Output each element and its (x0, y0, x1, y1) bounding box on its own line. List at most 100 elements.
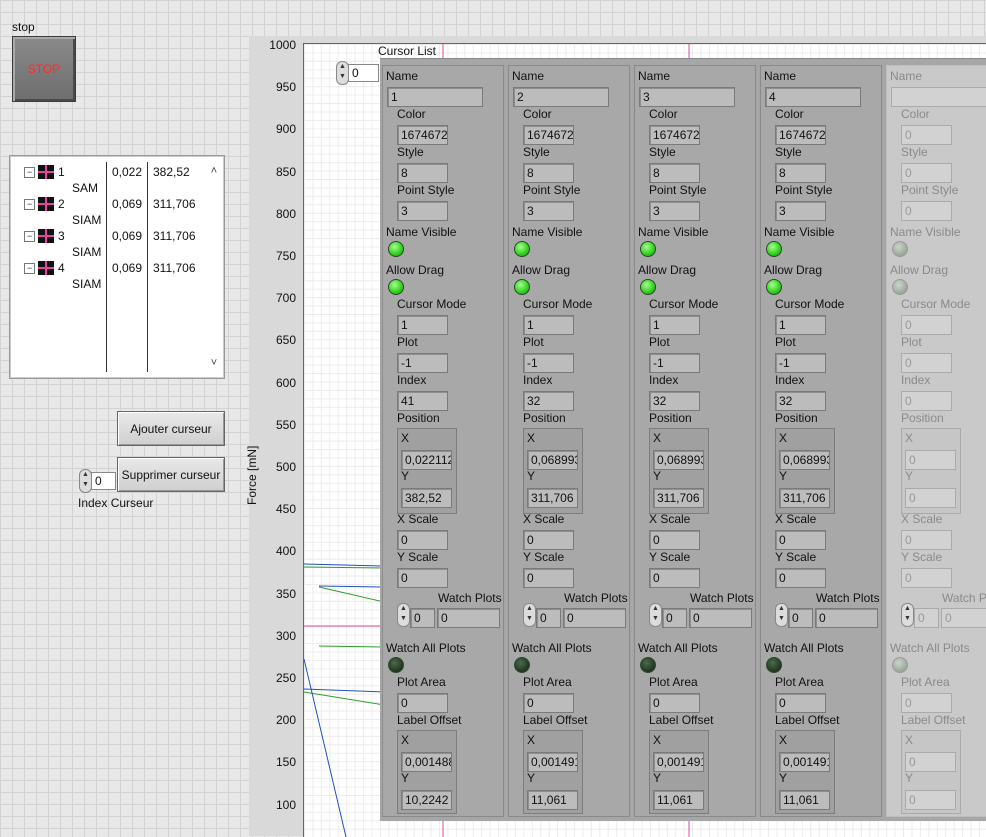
x-scale-field[interactable]: 0 (523, 530, 574, 550)
label-offset-x-field[interactable]: 0,001491 (653, 752, 704, 772)
position-x-field[interactable]: 0,068993 (653, 450, 704, 470)
stop-button[interactable]: STOP (12, 36, 76, 102)
allow-drag-led[interactable] (514, 279, 530, 295)
watch-all-plots-led[interactable] (388, 657, 404, 673)
allow-drag-led[interactable] (766, 279, 782, 295)
position-y-field[interactable]: 382,52 (401, 488, 452, 508)
plot-area-field[interactable]: 0 (523, 693, 574, 713)
cursor-point-style-field[interactable]: 3 (775, 201, 826, 221)
watch-plots-value-field[interactable]: 0 (941, 608, 986, 628)
plot-area-field[interactable]: 0 (901, 693, 952, 713)
cursor-color-field[interactable]: 1674672 (775, 125, 826, 145)
plot-area-field[interactable]: 0 (775, 693, 826, 713)
label-offset-x-field[interactable]: 0 (905, 752, 956, 772)
y-scale-field[interactable]: 0 (649, 568, 700, 588)
cursor-mode-field[interactable]: 1 (649, 315, 700, 335)
position-y-field[interactable]: 311,706 (779, 488, 830, 508)
cursor-name-field[interactable]: 2 (513, 87, 609, 107)
collapse-icon[interactable]: − (24, 230, 35, 242)
position-y-field[interactable]: 311,706 (527, 488, 578, 508)
watch-plots-index-field[interactable]: 0 (536, 608, 561, 628)
x-scale-field[interactable]: 0 (649, 530, 700, 550)
cursor-index-field[interactable]: 32 (523, 391, 574, 411)
name-visible-led[interactable] (766, 241, 782, 257)
watch-plots-index-field[interactable]: 0 (410, 608, 435, 628)
cursor-point-style-field[interactable]: 3 (397, 201, 448, 221)
label-offset-y-field[interactable]: 0 (905, 790, 956, 810)
position-x-field[interactable]: 0,068993 (779, 450, 830, 470)
name-visible-led[interactable] (892, 241, 908, 257)
cursor-index-field[interactable]: 32 (649, 391, 700, 411)
cursor-point-style-field[interactable]: 3 (649, 201, 700, 221)
watch-plots-value-field[interactable]: 0 (689, 608, 752, 628)
position-x-field[interactable]: 0 (905, 450, 956, 470)
watch-all-plots-led[interactable] (514, 657, 530, 673)
cursor-mode-field[interactable]: 0 (901, 315, 952, 335)
collapse-icon[interactable]: − (24, 166, 35, 178)
cursor-mode-field[interactable]: 1 (397, 315, 448, 335)
watch-plots-spinner[interactable]: ▲ ▼ (397, 603, 410, 627)
tree-row[interactable]: −2 (24, 196, 65, 212)
cursor-color-field[interactable]: 1674672 (397, 125, 448, 145)
position-x-field[interactable]: 0,022112 (401, 450, 452, 470)
cursor-color-field[interactable]: 1674672 (523, 125, 574, 145)
position-y-field[interactable]: 311,706 (653, 488, 704, 508)
watch-plots-index-field[interactable]: 0 (914, 608, 939, 628)
cursor-plot-field[interactable]: -1 (649, 353, 700, 373)
position-x-field[interactable]: 0,068993 (527, 450, 578, 470)
cursor-plot-field[interactable]: 0 (901, 353, 952, 373)
watch-plots-value-field[interactable]: 0 (563, 608, 626, 628)
cursor-style-field[interactable]: 0 (901, 163, 952, 183)
watch-all-plots-led[interactable] (892, 657, 908, 673)
cursor-index-field[interactable]: 0 (901, 391, 952, 411)
watch-plots-value-field[interactable]: 0 (815, 608, 878, 628)
label-offset-y-field[interactable]: 11,061 (653, 790, 704, 810)
x-scale-field[interactable]: 0 (901, 530, 952, 550)
name-visible-led[interactable] (640, 241, 656, 257)
tree-scrollbar[interactable]: ˄ ˅ (206, 160, 222, 374)
y-scale-field[interactable]: 0 (775, 568, 826, 588)
watch-all-plots-led[interactable] (766, 657, 782, 673)
label-offset-y-field[interactable]: 11,061 (527, 790, 578, 810)
watch-plots-spinner[interactable]: ▲ ▼ (775, 603, 788, 627)
cursor-style-field[interactable]: 8 (649, 163, 700, 183)
watch-plots-spinner[interactable]: ▲ ▼ (523, 603, 536, 627)
x-scale-field[interactable]: 0 (397, 530, 448, 550)
watch-plots-value-field[interactable]: 0 (437, 608, 500, 628)
scroll-up-icon[interactable]: ˄ (209, 166, 219, 177)
watch-all-plots-led[interactable] (640, 657, 656, 673)
index-cursor-field[interactable]: 0 (91, 472, 116, 490)
plot-area-field[interactable]: 0 (649, 693, 700, 713)
cursor-name-field[interactable]: 1 (387, 87, 483, 107)
x-scale-field[interactable]: 0 (775, 530, 826, 550)
allow-drag-led[interactable] (892, 279, 908, 295)
name-visible-led[interactable] (514, 241, 530, 257)
y-scale-field[interactable]: 0 (523, 568, 574, 588)
cursor-list-index-field[interactable]: 0 (348, 64, 379, 82)
add-cursor-button[interactable]: Ajouter curseur (117, 411, 225, 446)
cursor-mode-field[interactable]: 1 (775, 315, 826, 335)
cursor-style-field[interactable]: 8 (397, 163, 448, 183)
cursor-color-field[interactable]: 0 (901, 125, 952, 145)
name-visible-led[interactable] (388, 241, 404, 257)
watch-plots-spinner[interactable]: ▲ ▼ (649, 603, 662, 627)
cursor-name-field[interactable]: 4 (765, 87, 861, 107)
collapse-icon[interactable]: − (24, 262, 35, 274)
cursor-index-field[interactable]: 32 (775, 391, 826, 411)
plot-area-field[interactable]: 0 (397, 693, 448, 713)
collapse-icon[interactable]: − (24, 198, 35, 210)
y-scale-field[interactable]: 0 (397, 568, 448, 588)
allow-drag-led[interactable] (640, 279, 656, 295)
remove-cursor-button[interactable]: Supprimer curseur (117, 457, 225, 492)
cursor-name-field[interactable] (891, 87, 986, 107)
cursor-style-field[interactable]: 8 (775, 163, 826, 183)
cursor-mode-field[interactable]: 1 (523, 315, 574, 335)
label-offset-x-field[interactable]: 0,001491 (779, 752, 830, 772)
cursor-style-field[interactable]: 8 (523, 163, 574, 183)
cursor-index-field[interactable]: 41 (397, 391, 448, 411)
cursor-point-style-field[interactable]: 0 (901, 201, 952, 221)
label-offset-x-field[interactable]: 0,001491 (527, 752, 578, 772)
label-offset-y-field[interactable]: 10,2242 (401, 790, 452, 810)
cursor-name-field[interactable]: 3 (639, 87, 735, 107)
y-scale-field[interactable]: 0 (901, 568, 952, 588)
